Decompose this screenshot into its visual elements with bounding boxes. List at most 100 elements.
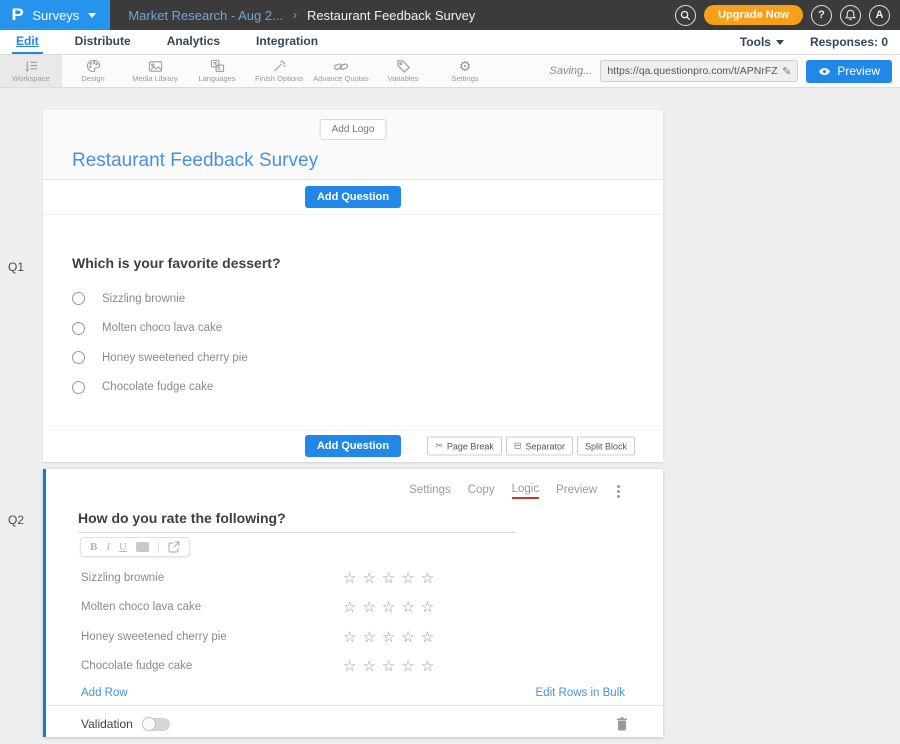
variables-tag-icon bbox=[396, 59, 411, 73]
insert-link-button[interactable] bbox=[168, 541, 180, 553]
search-button[interactable] bbox=[675, 5, 696, 26]
tab-edit[interactable]: Edit bbox=[12, 30, 43, 54]
add-question-button-bottom[interactable]: Add Question bbox=[305, 435, 401, 457]
option-label[interactable]: Honey sweetened cherry pie bbox=[102, 352, 248, 364]
eye-icon bbox=[818, 67, 831, 76]
top-bar: P Surveys Market Research - Aug 2... › R… bbox=[0, 0, 900, 30]
add-question-button-top[interactable]: Add Question bbox=[305, 186, 401, 208]
toolbar-divider bbox=[158, 541, 159, 553]
option-label[interactable]: Sizzling brownie bbox=[102, 293, 185, 305]
star-rating-icons[interactable]: ☆☆☆☆☆ bbox=[343, 657, 440, 675]
survey-header-section: Add Logo Restaurant Feedback Survey bbox=[43, 110, 663, 180]
toolbar-item-workspace[interactable]: Workspace bbox=[0, 55, 62, 87]
bold-button[interactable]: B bbox=[90, 541, 97, 553]
scissors-icon: ✂ bbox=[435, 441, 443, 452]
rating-row-label[interactable]: Sizzling brownie bbox=[81, 572, 343, 584]
design-palette-icon bbox=[86, 59, 101, 73]
preview-button[interactable]: Preview bbox=[806, 60, 892, 83]
toolbar-item-design[interactable]: Design bbox=[62, 55, 124, 87]
star-rating-icons[interactable]: ☆☆☆☆☆ bbox=[343, 569, 440, 587]
toolbar-item-settings[interactable]: ⚙ Settings bbox=[434, 55, 496, 87]
toolbar-item-media-library[interactable]: Media Library bbox=[124, 55, 186, 87]
survey-block-1: Add Logo Restaurant Feedback Survey Add … bbox=[43, 110, 663, 462]
insert-image-button[interactable] bbox=[136, 542, 149, 552]
topbar-actions: Upgrade Now ? A bbox=[675, 0, 900, 30]
help-button[interactable]: ? bbox=[811, 5, 832, 26]
underline-button[interactable]: U bbox=[119, 541, 127, 553]
add-question-bottom-section: Add Question ✂ Page Break ⊟ Separator Sp… bbox=[43, 430, 663, 461]
option-row[interactable]: Chocolate fudge cake bbox=[72, 373, 663, 403]
separator-label: Separator bbox=[525, 441, 565, 451]
toolbar-item-label: Design bbox=[81, 74, 104, 83]
upgrade-now-button[interactable]: Upgrade Now bbox=[704, 5, 803, 25]
page-break-button[interactable]: ✂ Page Break bbox=[427, 437, 502, 456]
page-break-label: Page Break bbox=[447, 441, 494, 451]
toolbar-item-label: Workspace bbox=[12, 74, 49, 83]
question-settings-button[interactable]: Settings bbox=[409, 484, 451, 498]
tab-integration[interactable]: Integration bbox=[252, 30, 322, 54]
star-rating-icons[interactable]: ☆☆☆☆☆ bbox=[343, 628, 440, 646]
radio-icon[interactable] bbox=[72, 322, 85, 335]
questionpro-logo-icon: P bbox=[11, 5, 23, 25]
responses-count[interactable]: Responses: 0 bbox=[810, 35, 888, 49]
radio-icon[interactable] bbox=[72, 381, 85, 394]
add-question-top-section: Add Question bbox=[43, 180, 663, 215]
tab-analytics[interactable]: Analytics bbox=[163, 30, 224, 54]
option-label[interactable]: Molten choco lava cake bbox=[102, 322, 222, 334]
add-logo-button[interactable]: Add Logo bbox=[320, 119, 387, 140]
question-preview-button[interactable]: Preview bbox=[556, 484, 597, 498]
tab-distribute[interactable]: Distribute bbox=[71, 30, 135, 54]
question-2-text[interactable]: How do you rate the following? bbox=[78, 510, 516, 533]
edit-rows-in-bulk-link[interactable]: Edit Rows in Bulk bbox=[536, 687, 625, 699]
question-1-options: Sizzling brownie Molten choco lava cake … bbox=[72, 284, 663, 402]
option-row[interactable]: Honey sweetened cherry pie bbox=[72, 343, 663, 373]
star-rating-icons[interactable]: ☆☆☆☆☆ bbox=[343, 598, 440, 616]
option-row[interactable]: Sizzling brownie bbox=[72, 284, 663, 314]
split-block-label: Split Block bbox=[585, 441, 627, 451]
breadcrumb-folder[interactable]: Market Research - Aug 2... bbox=[128, 8, 283, 23]
option-row[interactable]: Molten choco lava cake bbox=[72, 314, 663, 344]
trash-icon bbox=[616, 717, 628, 731]
chevron-right-icon: › bbox=[293, 8, 297, 22]
separator-button[interactable]: ⊟ Separator bbox=[506, 437, 573, 456]
finish-options-wand-icon bbox=[272, 59, 287, 73]
rating-row-label[interactable]: Chocolate fudge cake bbox=[81, 660, 343, 672]
toolbar-item-finish-options[interactable]: Finish Options bbox=[248, 55, 310, 87]
notifications-button[interactable] bbox=[840, 5, 861, 26]
question-2-card: Settings Copy Logic Preview How do you r… bbox=[43, 469, 663, 737]
delete-question-button[interactable] bbox=[616, 717, 628, 731]
italic-button[interactable]: I bbox=[106, 541, 110, 553]
question-copy-button[interactable]: Copy bbox=[468, 484, 495, 498]
add-row-link[interactable]: Add Row bbox=[81, 687, 128, 699]
advance-quotas-chain-icon bbox=[333, 60, 349, 73]
toggle-knob bbox=[142, 717, 156, 731]
split-block-button[interactable]: Split Block bbox=[577, 437, 635, 456]
option-label[interactable]: Chocolate fudge cake bbox=[102, 381, 213, 393]
edit-url-pencil-icon[interactable]: ✎ bbox=[782, 65, 791, 78]
tools-label: Tools bbox=[740, 35, 771, 49]
search-icon bbox=[680, 10, 691, 21]
surveys-menu[interactable]: P Surveys bbox=[0, 0, 110, 30]
radio-icon[interactable] bbox=[72, 292, 85, 305]
rating-row-label[interactable]: Molten choco lava cake bbox=[81, 601, 343, 613]
radio-icon[interactable] bbox=[72, 351, 85, 364]
text-format-toolbar: B I U bbox=[80, 537, 190, 557]
toolbar-item-advance-quotas[interactable]: Advance Quotas bbox=[310, 55, 372, 87]
validation-toggle[interactable] bbox=[143, 718, 170, 731]
caret-down-icon bbox=[88, 13, 96, 18]
surveys-label: Surveys bbox=[32, 8, 79, 23]
survey-url-box: ✎ bbox=[600, 60, 798, 82]
survey-title[interactable]: Restaurant Feedback Survey bbox=[72, 150, 318, 172]
question-1-text[interactable]: Which is your favorite dessert? bbox=[72, 255, 663, 271]
survey-url-input[interactable] bbox=[607, 65, 778, 77]
question-logic-button[interactable]: Logic bbox=[512, 483, 540, 499]
question-1[interactable]: Which is your favorite dessert? Sizzling… bbox=[43, 215, 663, 430]
account-avatar[interactable]: A bbox=[869, 5, 890, 26]
toolbar-item-label: Media Library bbox=[132, 74, 177, 83]
more-options-icon[interactable] bbox=[614, 484, 623, 499]
preview-label: Preview bbox=[837, 64, 880, 78]
rating-row-label[interactable]: Honey sweetened cherry pie bbox=[81, 631, 343, 643]
tools-menu[interactable]: Tools bbox=[740, 35, 784, 49]
toolbar-item-variables[interactable]: Variables bbox=[372, 55, 434, 87]
toolbar-item-languages[interactable]: A Languages bbox=[186, 55, 248, 87]
